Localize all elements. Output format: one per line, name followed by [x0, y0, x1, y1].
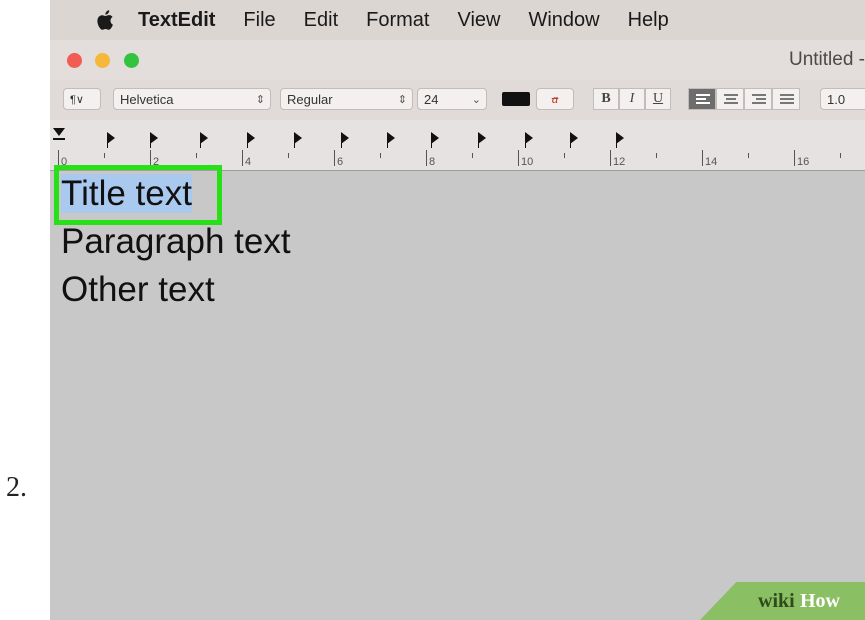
ruler-tick	[426, 150, 427, 166]
ruler-minor-tick	[380, 153, 381, 158]
ruler-number: 4	[245, 156, 252, 168]
ruler-tick	[150, 150, 151, 166]
underline-button[interactable]: U	[645, 88, 671, 110]
italic-button[interactable]: I	[619, 88, 645, 110]
indent-marker[interactable]	[53, 128, 65, 136]
menu-file[interactable]: File	[243, 9, 275, 32]
menu-view[interactable]: View	[457, 9, 500, 32]
ruler-number: 8	[429, 156, 436, 168]
ruler-minor-tick	[748, 153, 749, 158]
line-spacing-select[interactable]: 1.0	[820, 88, 865, 110]
ruler-number: 10	[521, 156, 534, 168]
tab-stop-marker[interactable]	[525, 132, 533, 144]
text-color-swatch[interactable]	[502, 92, 530, 106]
ruler-tick	[518, 150, 519, 166]
tab-stop-marker[interactable]	[478, 132, 486, 144]
paragraph-style-menu[interactable]: ¶∨	[63, 88, 101, 110]
menu-edit[interactable]: Edit	[304, 9, 338, 32]
chevron-updown-icon: ⇕	[397, 93, 407, 106]
tab-stop-marker[interactable]	[387, 132, 395, 144]
ruler[interactable]	[50, 120, 865, 171]
font-style-select[interactable]: Regular ⇕	[280, 88, 413, 110]
ruler-tick	[334, 150, 335, 166]
tab-stop-marker[interactable]	[570, 132, 578, 144]
tab-stop-marker[interactable]	[107, 132, 115, 144]
ruler-number: 6	[337, 156, 344, 168]
other-text-line[interactable]: Other text	[61, 270, 215, 310]
ruler-number: 16	[797, 156, 810, 168]
ruler-minor-tick	[656, 153, 657, 158]
step-number: 2.	[6, 472, 27, 503]
paragraph-text-line[interactable]: Paragraph text	[61, 222, 291, 262]
align-right-button[interactable]	[744, 88, 772, 110]
ruler-minor-tick	[104, 153, 105, 158]
align-center-button[interactable]	[716, 88, 744, 110]
bold-button[interactable]: B	[593, 88, 619, 110]
watermark-part2: How	[800, 590, 840, 612]
menu-window[interactable]: Window	[528, 9, 599, 32]
ruler-minor-tick	[288, 153, 289, 158]
tab-stop-marker[interactable]	[247, 132, 255, 144]
tab-stop-marker[interactable]	[294, 132, 302, 144]
close-window-button[interactable]	[67, 53, 82, 68]
chevron-down-icon: ⌄	[471, 93, 481, 106]
highlight-box	[54, 165, 222, 225]
ruler-tick	[58, 150, 59, 166]
tab-stop-marker[interactable]	[150, 132, 158, 144]
watermark-part1: wiki	[758, 590, 795, 612]
font-family-select[interactable]: Helvetica ⇕	[113, 88, 271, 110]
chevron-updown-icon: ⇕	[255, 93, 265, 106]
tab-stop-marker[interactable]	[200, 132, 208, 144]
title-bar	[50, 40, 865, 80]
ruler-minor-tick	[840, 153, 841, 158]
window-title: Untitled -	[788, 49, 865, 70]
menu-app-textedit[interactable]: TextEdit	[138, 9, 215, 32]
tab-stop-marker[interactable]	[341, 132, 349, 144]
ruler-number: 14	[705, 156, 718, 168]
ruler-tick	[610, 150, 611, 166]
apple-icon[interactable]	[94, 8, 118, 32]
ruler-minor-tick	[196, 153, 197, 158]
font-family-value: Helvetica	[120, 91, 174, 107]
tab-stop-marker[interactable]	[431, 132, 439, 144]
menu-format[interactable]: Format	[366, 9, 429, 32]
zoom-window-button[interactable]	[124, 53, 139, 68]
font-size-value: 24	[424, 91, 439, 107]
minimize-window-button[interactable]	[95, 53, 110, 68]
screenshot: TextEdit File Edit Format View Window He…	[50, 0, 865, 620]
align-left-button[interactable]	[688, 88, 716, 110]
font-size-combo[interactable]: 24 ⌄	[417, 88, 487, 110]
tab-stop-marker[interactable]	[616, 132, 624, 144]
ruler-tick	[242, 150, 243, 166]
menu-help[interactable]: Help	[628, 9, 669, 32]
background-color-label: a	[551, 91, 559, 106]
justify-button[interactable]	[772, 88, 800, 110]
indent-marker-line	[53, 138, 65, 140]
ruler-number: 12	[613, 156, 626, 168]
ruler-tick	[794, 150, 795, 166]
ruler-minor-tick	[564, 153, 565, 158]
font-style-value: Regular	[287, 91, 333, 107]
ruler-tick	[702, 150, 703, 166]
ruler-minor-tick	[472, 153, 473, 158]
menu-bar: TextEdit File Edit Format View Window He…	[50, 0, 865, 40]
background-color-button[interactable]: a	[536, 88, 574, 110]
